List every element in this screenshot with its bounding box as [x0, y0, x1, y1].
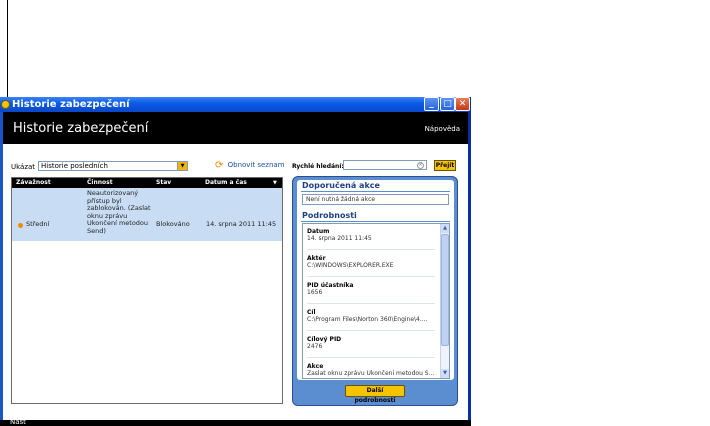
close-button[interactable]: ✕ [455, 97, 470, 111]
detail-value: 2476 [307, 343, 323, 350]
sort-down-icon[interactable]: ▼ [270, 178, 277, 188]
column-header-datetime[interactable]: Datum a čas [202, 178, 247, 188]
maximize-button[interactable]: □ [440, 97, 455, 111]
app-header: Historie zabezpečení Nápověda [3, 112, 468, 144]
activity-line: Send) [87, 226, 106, 235]
divider [301, 221, 450, 222]
detail-label: Datum [307, 228, 330, 235]
recommended-action-text: Není nutná žádná akce [302, 194, 449, 205]
detail-value: C:\Program Files\Norton 360\Engine\4.... [307, 316, 428, 323]
column-header-activity[interactable]: Činnost [84, 178, 113, 188]
go-button[interactable]: Přejít [434, 160, 456, 171]
details-list[interactable]: Datum 14. srpna 2011 11:45 Aktér C:\WIND… [302, 223, 450, 379]
show-label: Ukázat [11, 163, 36, 171]
detail-action: Akce Zaslat oknu zprávu Ukončení metodou… [307, 363, 435, 377]
divider [307, 276, 435, 277]
detail-target: Cíl C:\Program Files\Norton 360\Engine\4… [307, 309, 435, 323]
table-header: Závažnost Činnost Stav Datum a čas ▼ [12, 178, 282, 188]
cell-datetime: 14. srpna 2011 11:45 [206, 220, 277, 228]
detail-label: PID účastníka [307, 282, 354, 289]
scroll-up-icon[interactable]: ▲ [441, 224, 449, 233]
scroll-down-icon[interactable]: ▼ [441, 369, 449, 378]
details-panel-inner: Doporučená akce Není nutná žádná akce Po… [297, 180, 454, 380]
divider [301, 191, 450, 192]
page-title: Historie zabezpečení [13, 121, 149, 136]
details-scrollbar[interactable]: ▲ ▼ [440, 224, 449, 378]
detail-participant-pid: PID účastníka 1656 [307, 282, 435, 296]
detail-target-pid: Cílový PID 2476 [307, 336, 435, 350]
cell-status: Blokováno [156, 220, 190, 228]
table-row[interactable]: Střední Neautorizovaný přístup byl zablo… [12, 188, 282, 241]
cell-activity: Neautorizovaný přístup byl zablokován. (… [87, 189, 151, 235]
refresh-icon: ⟳ [215, 160, 224, 171]
minimize-button[interactable]: _ [424, 97, 439, 111]
quick-search-input[interactable]: × [343, 160, 427, 170]
help-link[interactable]: Nápověda [425, 125, 460, 133]
detail-value: 1656 [307, 289, 323, 296]
window-title: Historie zabezpečení [12, 99, 130, 110]
severity-medium-icon [18, 223, 23, 228]
scroll-thumb[interactable] [441, 234, 449, 346]
divider [307, 249, 435, 250]
detail-date: Datum 14. srpna 2011 11:45 [307, 228, 435, 242]
history-table: Závažnost Činnost Stav Datum a čas ▼ Stř… [11, 177, 283, 404]
details-panel: Doporučená akce Není nutná žádná akce Po… [292, 176, 458, 406]
quick-search-label: Rychlé hledání: [292, 163, 344, 170]
divider [307, 303, 435, 304]
security-history-window: Historie zabezpečení _ □ ✕ Historie zabe… [0, 97, 471, 426]
divider [307, 357, 435, 358]
main-content: Ukázat Historie posledních ▼ ⟳ Obnovit s… [3, 144, 468, 426]
column-header-severity[interactable]: Závažnost [13, 178, 51, 188]
detail-actor: Aktér C:\WINDOWS\EXPLORER.EXE [307, 255, 435, 269]
recommended-action-heading: Doporučená akce [302, 181, 380, 190]
history-filter-select[interactable]: Historie posledních ▼ [38, 161, 188, 171]
divider [307, 330, 435, 331]
detail-value: Zaslat oknu zprávu Ukončení metodou S... [307, 370, 435, 377]
norton-app-icon [1, 100, 10, 109]
background-edge-line [7, 0, 8, 100]
history-filter-value: Historie posledních [41, 162, 108, 170]
clear-search-icon[interactable]: × [417, 162, 424, 169]
detail-label: Cílový PID [307, 336, 342, 343]
detail-value: 14. srpna 2011 11:45 [307, 235, 372, 242]
title-bar[interactable]: Historie zabezpečení _ □ ✕ [0, 97, 470, 112]
refresh-list-link[interactable]: ⟳ Obnovit seznam [215, 160, 285, 171]
detail-label: Cíl [307, 309, 316, 316]
footer-text: Nast [10, 418, 26, 426]
screen: Historie zabezpečení _ □ ✕ Historie zabe… [0, 0, 710, 426]
column-header-status[interactable]: Stav [153, 178, 171, 188]
detail-value: C:\WINDOWS\EXPLORER.EXE [307, 262, 394, 269]
taskbar-strip: Nast [0, 418, 471, 426]
detail-label: Aktér [307, 255, 326, 262]
detail-label: Akce [307, 363, 324, 370]
cell-severity: Střední [26, 220, 50, 228]
details-heading: Podrobnosti [302, 211, 357, 220]
refresh-label: Obnovit seznam [227, 161, 285, 169]
chevron-down-icon[interactable]: ▼ [177, 162, 187, 170]
more-details-button[interactable]: Další podrobnosti [345, 385, 405, 404]
